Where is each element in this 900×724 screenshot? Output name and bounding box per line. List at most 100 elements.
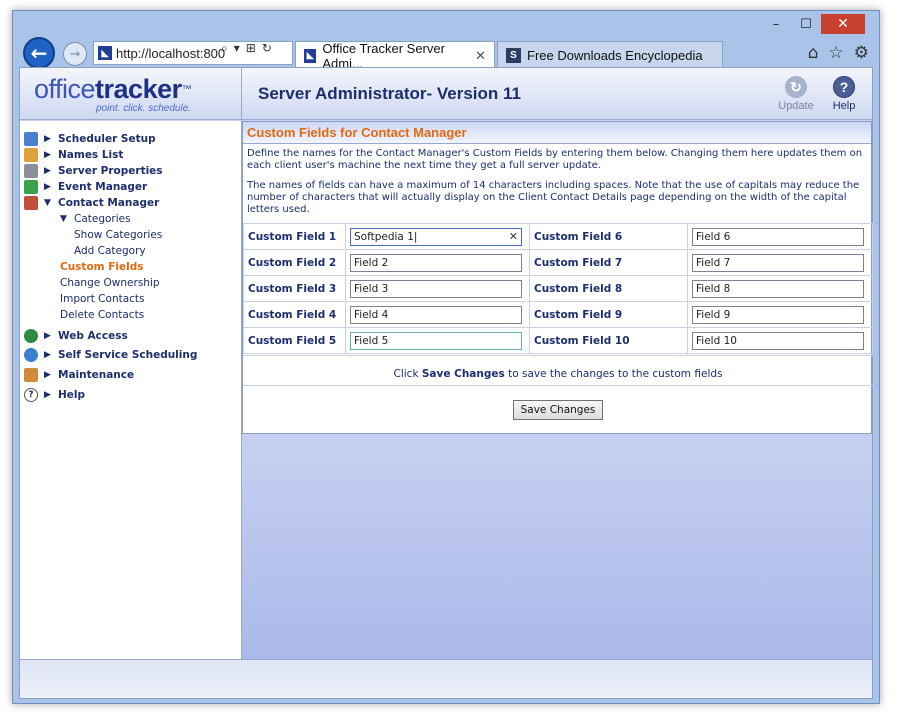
tab-label: Office Tracker Server Admi...: [322, 40, 445, 71]
update-label: Update: [778, 100, 814, 112]
help-question-icon: ?: [833, 76, 855, 98]
maximize-button[interactable]: ☐: [791, 14, 821, 34]
refresh-icon[interactable]: ↻: [262, 41, 272, 56]
chevron-right-icon: ▶: [44, 389, 51, 400]
sidebar-item-maintenance[interactable]: ▶ Maintenance: [20, 364, 241, 385]
logo: officetracker™ point. click. schedule.: [20, 68, 242, 120]
custom-fields-table: Custom Field 1 Softpedia 1 | ✕ Custom Fiel…: [243, 223, 873, 354]
field-label: Custom Field 8: [529, 275, 688, 302]
update-refresh-icon: ↻: [785, 76, 807, 98]
dropdown-icon[interactable]: ▾: [234, 41, 240, 56]
browser-window: – ☐ ✕ ← → ◣ http://localhost:800 ⌕ ▾ ⊞ ↻…: [12, 10, 880, 704]
home-icon[interactable]: ⌂: [808, 43, 819, 63]
field-label: Custom Field 4: [243, 301, 346, 328]
chevron-right-icon: ▶: [44, 182, 51, 192]
panel-description: Define the names for the Contact Manager…: [243, 144, 871, 216]
custom-field-3-input[interactable]: Field 3: [350, 279, 522, 298]
tab-free-downloads[interactable]: S Free Downloads Encyclopedia: [497, 41, 723, 69]
chevron-right-icon: ▶: [44, 369, 51, 380]
sidebar-item-custom-fields[interactable]: Custom Fields: [20, 259, 241, 275]
wrench-icon: [24, 367, 38, 382]
softpedia-favicon-icon: S: [506, 48, 521, 63]
chevron-down-icon: ▼: [44, 198, 51, 208]
favorites-star-icon[interactable]: ☆: [829, 43, 844, 63]
main-area: Custom Fields for Contact Manager Define…: [242, 121, 873, 659]
tab-office-tracker[interactable]: ◣ Office Tracker Server Admi... ✕: [295, 40, 495, 71]
custom-field-5-input[interactable]: Field 5: [350, 331, 522, 350]
compat-view-icon[interactable]: ⊞: [246, 41, 256, 56]
custom-field-8-input[interactable]: Field 8: [692, 279, 864, 298]
arrow-right-icon: →: [69, 46, 81, 62]
sidebar: ▶ Scheduler Setup ▶ Names List ▶ Server …: [20, 121, 242, 659]
browser-nav-bar: ← → ◣ http://localhost:800 ⌕ ▾ ⊞ ↻ ◣ Off…: [13, 37, 879, 71]
browser-toolbar-icons: ⌂ ☆ ⚙: [808, 43, 869, 63]
people-icon: [24, 148, 38, 162]
chevron-right-icon: ▶: [44, 349, 51, 360]
custom-field-4-input[interactable]: Field 4: [350, 305, 522, 324]
save-changes-button[interactable]: Save Changes: [513, 400, 603, 420]
table-row: Custom Field 4 Field 4 Custom Field 9 Fi…: [243, 301, 873, 328]
search-icon[interactable]: ⌕: [221, 41, 228, 56]
sidebar-item-delete-contacts[interactable]: Delete Contacts: [20, 307, 241, 323]
question-icon: ?: [24, 387, 38, 402]
sidebar-item-add-category[interactable]: Add Category: [20, 243, 241, 259]
sidebar-item-help[interactable]: ? ▶ Help: [20, 385, 241, 404]
close-tab-icon[interactable]: ✕: [475, 48, 486, 64]
page-footer: [20, 659, 872, 698]
site-favicon-icon: ◣: [98, 46, 112, 60]
sidebar-item-web-access[interactable]: ▶ Web Access: [20, 326, 241, 345]
update-button[interactable]: ↻ Update: [776, 76, 816, 112]
chevron-right-icon: ▶: [44, 166, 51, 176]
description-paragraph-2: The names of fields can have a maximum o…: [247, 180, 860, 215]
custom-field-10-input[interactable]: Field 10: [692, 331, 864, 350]
text-cursor: |: [413, 230, 418, 243]
sidebar-item-show-categories[interactable]: Show Categories: [20, 227, 241, 243]
sidebar-item-self-service-scheduling[interactable]: ▶ Self Service Scheduling: [20, 345, 241, 364]
page-content: officetracker™ point. click. schedule. S…: [19, 67, 873, 699]
field-label: Custom Field 1: [243, 223, 346, 250]
sidebar-item-categories[interactable]: ▼ Categories: [20, 211, 241, 227]
event-icon: [24, 180, 38, 194]
sidebar-item-contact-manager[interactable]: ▼ Contact Manager: [20, 195, 241, 211]
sidebar-item-names-list[interactable]: ▶ Names List: [20, 147, 241, 163]
panel-title: Custom Fields for Contact Manager: [243, 122, 871, 144]
custom-field-6-input[interactable]: Field 6: [692, 227, 864, 246]
back-button[interactable]: ←: [23, 37, 55, 69]
clear-input-icon[interactable]: ✕: [509, 230, 518, 243]
contact-book-icon: [24, 196, 38, 210]
sidebar-item-change-ownership[interactable]: Change Ownership: [20, 275, 241, 291]
page-title: Server Administrator- Version 11: [258, 84, 521, 103]
calendar-grid-icon: [24, 132, 38, 146]
field-label: Custom Field 7: [529, 249, 688, 276]
settings-gear-icon[interactable]: ⚙: [854, 43, 869, 63]
field-label: Custom Field 2: [243, 249, 346, 276]
table-row: Custom Field 3 Field 3 Custom Field 8 Fi…: [243, 275, 873, 302]
custom-field-1-input[interactable]: Softpedia 1 | ✕: [350, 227, 522, 246]
address-tools: ⌕ ▾ ⊞ ↻: [221, 41, 272, 56]
arrow-left-icon: ←: [30, 41, 48, 65]
field-label: Custom Field 3: [243, 275, 346, 302]
globe-people-icon: [24, 347, 38, 362]
field-label: Custom Field 6: [529, 223, 688, 250]
sidebar-item-scheduler-setup[interactable]: ▶ Scheduler Setup: [20, 131, 241, 147]
custom-field-2-input[interactable]: Field 2: [350, 253, 522, 272]
custom-field-7-input[interactable]: Field 7: [692, 253, 864, 272]
sidebar-item-import-contacts[interactable]: Import Contacts: [20, 291, 241, 307]
sidebar-item-server-properties[interactable]: ▶ Server Properties: [20, 163, 241, 179]
minimize-button[interactable]: –: [761, 14, 791, 34]
field-label: Custom Field 5: [243, 327, 346, 354]
custom-fields-panel: Custom Fields for Contact Manager Define…: [242, 121, 873, 434]
chevron-down-icon: ▼: [60, 214, 67, 224]
window-controls: – ☐ ✕: [761, 14, 865, 34]
logo-wordmark: officetracker™: [34, 74, 192, 104]
address-text: http://localhost:800: [116, 45, 226, 61]
chevron-right-icon: ▶: [44, 134, 51, 144]
server-icon: [24, 164, 38, 178]
app-header: officetracker™ point. click. schedule. S…: [20, 68, 872, 120]
close-window-button[interactable]: ✕: [821, 14, 865, 34]
chevron-right-icon: ▶: [44, 330, 51, 341]
sidebar-item-event-manager[interactable]: ▶ Event Manager: [20, 179, 241, 195]
forward-button[interactable]: →: [63, 42, 87, 66]
help-button[interactable]: ? Help: [824, 76, 864, 112]
custom-field-9-input[interactable]: Field 9: [692, 305, 864, 324]
